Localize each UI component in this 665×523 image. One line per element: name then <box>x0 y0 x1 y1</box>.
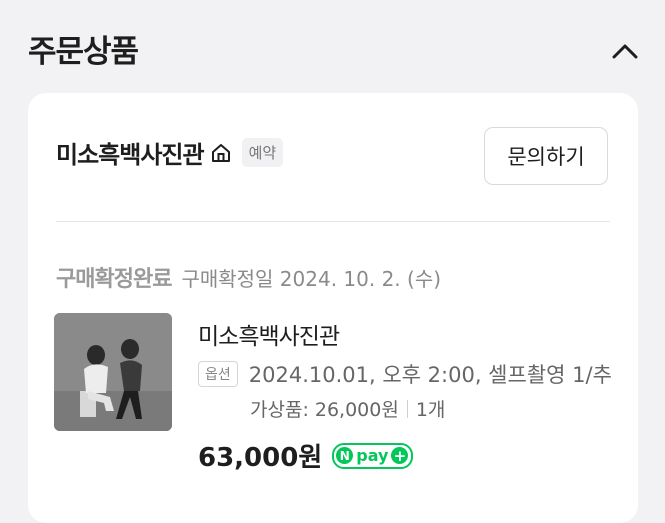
store-row: 미소흑백사진관 예약 <box>56 135 284 170</box>
addon-row: 가상품: 26,000원 1개 <box>250 395 445 422</box>
home-icon[interactable] <box>210 141 234 165</box>
plus-icon: + <box>391 447 409 465</box>
order-status: 구매확정완료 <box>56 267 172 292</box>
collapse-button[interactable] <box>605 34 645 68</box>
option-badge: 옵션 <box>198 361 238 387</box>
confirm-date: 구매확정일 2024. 10. 2. (수) <box>181 267 442 291</box>
addon-separator <box>406 399 408 418</box>
section-title: 주문상품 <box>28 34 139 70</box>
order-price: 63,000원 <box>198 443 323 473</box>
order-card: 미소흑백사진관 예약 문의하기 구매확정완료 구매확정일 2024. 10. 2… <box>28 93 638 523</box>
inquiry-button[interactable]: 문의하기 <box>484 127 608 185</box>
option-row: 옵션 2024.10.01, 오후 2:00, 셀프촬영 1/추 <box>198 359 612 389</box>
npay-plus-badge[interactable]: N pay + <box>332 442 414 469</box>
npay-label: pay <box>356 446 389 465</box>
divider <box>56 221 610 222</box>
option-text: 2024.10.01, 오후 2:00, 셀프촬영 1/추 <box>248 363 612 387</box>
price-row: 63,000원 N pay + <box>198 437 414 474</box>
addon-label: 가상품: 26,000원 <box>250 399 399 421</box>
chevron-up-icon <box>612 44 638 59</box>
reservation-badge: 예약 <box>241 138 284 167</box>
store-name[interactable]: 미소흑백사진관 <box>56 135 205 170</box>
product-name[interactable]: 미소흑백사진관 <box>198 317 340 351</box>
npay-n-icon: N <box>336 447 354 464</box>
order-items-header: 주문상품 <box>0 0 665 92</box>
order-status-row: 구매확정완료 구매확정일 2024. 10. 2. (수) <box>56 261 441 293</box>
addon-quantity: 1개 <box>415 399 446 421</box>
product-thumbnail[interactable] <box>54 313 172 431</box>
